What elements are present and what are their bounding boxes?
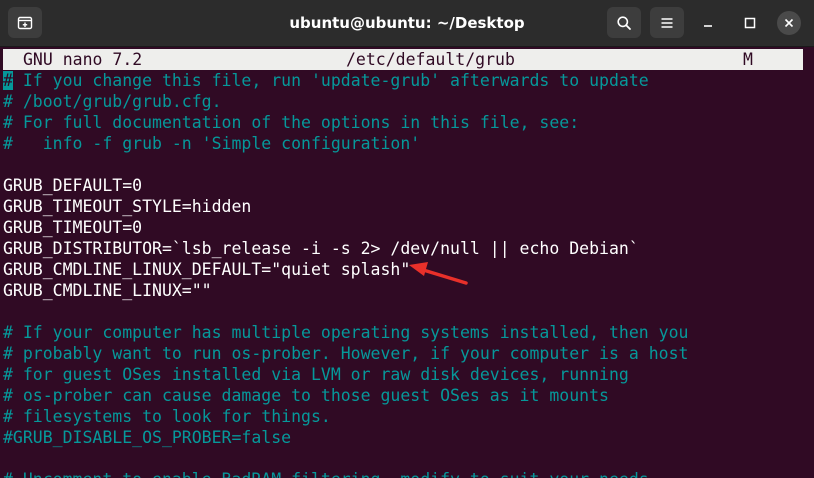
minimize-button[interactable] [691, 7, 725, 38]
text-cursor: # [3, 71, 13, 90]
hamburger-menu-icon [661, 17, 673, 28]
editor-line: GRUB_DEFAULT=0 [3, 176, 143, 195]
editor-line: # filesystems to look for things. [3, 407, 331, 426]
nano-header-bar: GNU nano 7.2 /etc/default/grub M [3, 49, 803, 70]
editor-line: GRUB_TIMEOUT_STYLE=hidden [3, 197, 252, 216]
editor-line: # If your computer has multiple operatin… [3, 323, 689, 342]
close-icon [784, 18, 794, 27]
maximize-icon [744, 17, 756, 28]
menu-button[interactable] [650, 7, 684, 38]
new-tab-button[interactable] [8, 7, 42, 38]
title-bar: ubuntu@ubuntu: ~/Desktop [0, 0, 814, 47]
editor-line: # probably want to run os-prober. Howeve… [3, 344, 689, 363]
editor-line: # os-prober can cause damage to those gu… [3, 386, 609, 405]
search-icon [617, 15, 631, 30]
editor-line: # If you change this file, run 'update-g… [3, 70, 811, 91]
new-tab-icon [17, 16, 33, 29]
nano-modified-flag: M [743, 50, 753, 69]
search-button[interactable] [607, 7, 641, 38]
close-button[interactable] [772, 7, 806, 38]
editor-line: GRUB_TIMEOUT=0 [3, 218, 143, 237]
red-arrow-icon [409, 262, 468, 285]
nano-version: GNU nano 7.2 [23, 50, 143, 69]
editor-line: # for guest OSes installed via LVM or ra… [3, 365, 629, 384]
maximize-button[interactable] [733, 7, 767, 38]
terminal-window: ubuntu@ubuntu: ~/Desktop GNU nano 7.2 /e… [0, 0, 814, 478]
editor-line: # For full documentation of the options … [3, 113, 580, 132]
editor-line: # info -f grub -n 'Simple configuration' [3, 134, 421, 153]
editor-line: # /boot/grub/grub.cfg. [3, 92, 222, 111]
line-text: If you change this file, run 'update-gru… [12, 71, 649, 90]
minimize-icon [704, 24, 712, 27]
nano-filename: /etc/default/grub [346, 50, 515, 69]
editor-line: #GRUB_DISABLE_OS_PROBER=false [3, 428, 292, 447]
editor-line: # Uncomment to enable BadRAM filtering, … [3, 469, 811, 478]
close-button-circle [777, 10, 801, 35]
